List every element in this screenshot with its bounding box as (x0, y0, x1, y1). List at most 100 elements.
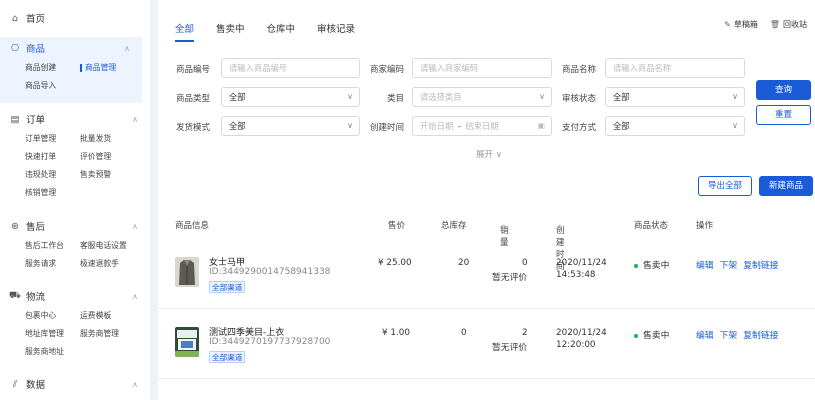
sidebar-group-data-head[interactable]: ⫽ 数据 ∧ (0, 373, 150, 395)
sidebar-group-title: 售后 (26, 222, 46, 233)
sidebar-item-sale-alert[interactable]: 售卖预警 (80, 166, 140, 184)
channel-tag: 全部渠道 (209, 351, 246, 363)
product-type-select[interactable]: 全部 ∨ (221, 87, 360, 107)
sidebar-item-service-request[interactable]: 服务请求 (25, 255, 80, 273)
sidebar-item-freight-template[interactable]: 运费模板 (80, 307, 140, 325)
chevron-down-icon: ∨ (732, 92, 738, 101)
sidebar-item-verify[interactable]: 核销管理 (25, 184, 80, 202)
home-icon: ⌂ (11, 12, 19, 24)
sidebar-home-label: 首页 (26, 14, 46, 25)
tab-on-sale[interactable]: 售卖中 (216, 0, 245, 52)
pay-method-select[interactable]: 全部 ∨ (605, 116, 745, 136)
copy-link[interactable]: 复制链接 (743, 261, 778, 271)
table-header: 商品信息 售价 总库存 销量 ⇕ 创建时间 ⇕ 商品状态 操作 (158, 214, 815, 272)
edit-link[interactable]: 编辑 (696, 261, 714, 271)
sort-icon: ⇕ (500, 224, 508, 234)
audit-status-label: 审核状态 (561, 94, 596, 104)
sidebar-item-product-manage[interactable]: 商品管理 (80, 59, 140, 77)
sidebar-group-logistics-head[interactable]: ⛟ 物流 ∧ (0, 285, 150, 307)
sidebar-group-data: ⫽ 数据 ∧ (0, 373, 150, 395)
pay-method-value: 全部 (613, 121, 630, 131)
product-stock: 0 (461, 328, 467, 338)
ship-mode-value: 全部 (229, 121, 246, 131)
created-time: 12:20:00 (556, 340, 596, 350)
sidebar-group-products: ⎔ 商品 ∧ 商品创建 商品管理 商品导入 (0, 37, 142, 103)
sidebar-item-batch-ship[interactable]: 批量发货 (80, 130, 140, 148)
filter-row-2: 商品类型 全部 ∨ 类目 请选择类目 ∨ 审核状态 全部 ∨ (158, 87, 758, 109)
product-code-label: 商品编号 (175, 65, 210, 75)
sidebar-item-quick-print[interactable]: 快速打单 (25, 148, 80, 166)
product-stock: 20 (458, 258, 470, 268)
status-dot (634, 333, 638, 338)
sidebar-item-order-manage[interactable]: 订单管理 (25, 130, 80, 148)
order-icon: ▤ (10, 113, 20, 125)
edit-icon: ✎ (724, 20, 731, 29)
tab-audit-records[interactable]: 审核记录 (317, 0, 355, 52)
created-time-range[interactable]: 开始日期 – 结束日期 ▣ (412, 116, 552, 136)
created-date: 2020/11/24 (556, 328, 607, 338)
delist-link[interactable]: 下架 (720, 331, 738, 341)
status-badge: 售卖中 (634, 258, 669, 271)
ship-mode-label: 发货模式 (175, 123, 210, 133)
tab-warehouse[interactable]: 仓库中 (267, 0, 296, 52)
date-end-placeholder: 结束日期 (465, 121, 499, 131)
sidebar-item-fast-refund[interactable]: 极速退款手 (80, 255, 140, 273)
status-label: 售卖中 (643, 331, 670, 341)
export-all-button[interactable]: 导出全部 (698, 176, 752, 196)
product-thumbnail (175, 327, 199, 357)
product-name-input[interactable]: 请输入商品名称 (605, 58, 745, 78)
sidebar-item-provider-address[interactable]: 服务商地址 (25, 343, 80, 361)
sidebar-group-orders: ▤ 订单 ∧ 订单管理 批量发货 快速打单 评价管理 违规处理 售卖预警 核销管… (0, 108, 150, 210)
edit-link[interactable]: 编辑 (696, 331, 714, 341)
query-button[interactable]: 查询 (756, 80, 811, 100)
sidebar-item-violation[interactable]: 违规处理 (25, 166, 80, 184)
chevron-down-icon: ∨ (732, 121, 738, 130)
date-start-placeholder: 开始日期 (420, 121, 454, 131)
sidebar-group-products-head[interactable]: ⎔ 商品 ∧ (0, 37, 142, 59)
sidebar-item-product-create[interactable]: 商品创建 (25, 59, 80, 77)
new-product-button[interactable]: 新建商品 (759, 176, 813, 196)
sidebar-item-home[interactable]: ⌂ 首页 (0, 0, 150, 36)
category-placeholder: 请选择类目 (420, 92, 462, 102)
category-select[interactable]: 请选择类目 ∨ (412, 87, 552, 107)
recycle-bin-link[interactable]: 🗑 回收站 (770, 19, 807, 30)
chevron-down-icon: ∨ (495, 150, 502, 160)
expand-toggle[interactable]: 展开 ∨ (476, 148, 502, 160)
sidebar-item-provider-manage[interactable]: 服务商管理 (80, 325, 140, 343)
merchant-code-input[interactable]: 请输入商家编码 (412, 58, 552, 78)
tab-all[interactable]: 全部 (175, 0, 195, 52)
reset-button[interactable]: 重置 (756, 105, 811, 125)
product-id: ID:3449270197737928700 (209, 337, 331, 347)
ship-mode-select[interactable]: 全部 ∨ (221, 116, 360, 136)
sidebar-item-package-center[interactable]: 包裹中心 (25, 307, 80, 325)
chevron-up-icon: ∧ (132, 114, 138, 124)
col-status: 商品状态 (634, 221, 669, 231)
product-name-label: 商品名称 (561, 65, 596, 75)
sidebar-group-title: 商品 (26, 44, 46, 55)
chevron-up-icon: ∧ (132, 221, 138, 231)
chart-icon: ⫽ (12, 378, 18, 390)
product-sales: 2 (522, 328, 528, 338)
expand-label: 展开 (476, 150, 494, 160)
sidebar-item-aftersale-desk[interactable]: 售后工作台 (25, 237, 80, 255)
audit-status-value: 全部 (613, 92, 630, 102)
product-id: ID:3449290014758941338 (209, 267, 331, 277)
copy-link[interactable]: 复制链接 (743, 331, 778, 341)
audit-status-select[interactable]: 全部 ∨ (605, 87, 745, 107)
main-panel: 全部 售卖中 仓库中 审核记录 ✎ 草稿箱 🗑 回收站 商品编号 请输入商品编号 商… (158, 0, 815, 400)
sidebar-group-aftersale-head[interactable]: ⊛ 售后 ∧ (0, 215, 150, 237)
draft-box-link[interactable]: ✎ 草稿箱 (724, 19, 758, 30)
delist-link[interactable]: 下架 (720, 261, 738, 271)
status-badge: 售卖中 (634, 328, 669, 341)
truck-icon: ⛟ (9, 290, 21, 301)
sidebar-group-orders-head[interactable]: ▤ 订单 ∧ (0, 108, 150, 130)
sidebar-item-address-library[interactable]: 地址库管理 (25, 325, 80, 343)
sidebar-group-logistics: ⛟ 物流 ∧ 包裹中心 运费模板 地址库管理 服务商管理 服务商地址 (0, 285, 150, 369)
product-code-input[interactable]: 请输入商品编号 (221, 58, 360, 78)
sidebar-item-product-import[interactable]: 商品导入 (25, 77, 80, 95)
sidebar-item-review-manage[interactable]: 评价管理 (80, 148, 140, 166)
sidebar-group-title: 物流 (26, 292, 46, 303)
channel-tag: 全部渠道 (209, 281, 246, 293)
sidebar-item-phone-setting[interactable]: 客服电话设置 (80, 237, 140, 255)
created-time: 14:53:48 (556, 270, 596, 280)
